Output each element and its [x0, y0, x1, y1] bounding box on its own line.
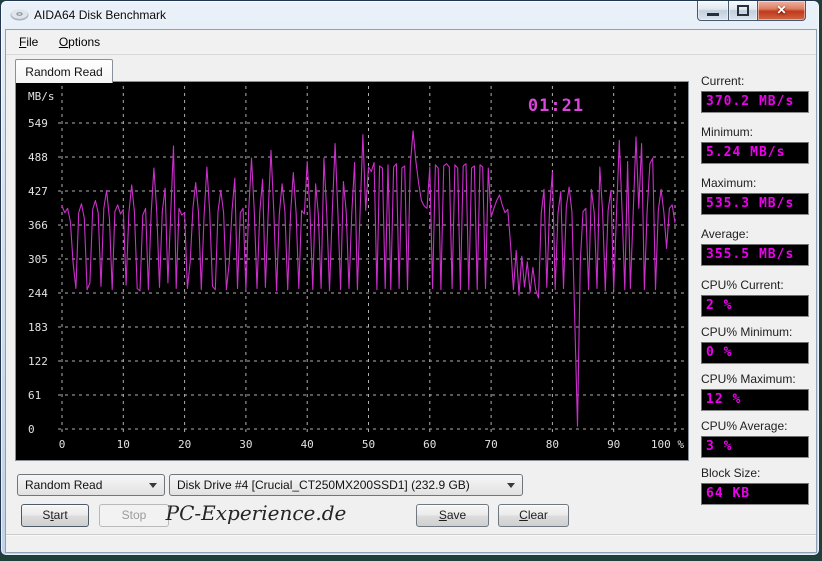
- stat-label: CPU% Average:: [701, 419, 788, 433]
- stat-label: CPU% Minimum:: [701, 325, 793, 339]
- stat-value-box: 2 %: [701, 295, 809, 317]
- x-tick-label: 70: [484, 438, 497, 451]
- stats-panel: Current: 370.2 MB/s Minimum: 5.24 MB/s Maxim…: [701, 74, 809, 513]
- stat-label: Average:: [701, 227, 749, 241]
- y-tick-label: 0: [28, 423, 35, 436]
- y-axis-unit-label: MB/s: [28, 90, 55, 103]
- stat-value-box: 64 KB: [701, 483, 809, 505]
- elapsed-time: 01:21: [528, 96, 584, 116]
- stat-item: CPU% Maximum: 12 %: [701, 372, 809, 411]
- stat-label: CPU% Current:: [701, 278, 784, 292]
- y-tick-label: 61: [28, 389, 41, 402]
- stat-value-box: 5.24 MB/s: [701, 142, 809, 164]
- stat-value-box: 3 %: [701, 436, 809, 458]
- window-controls: ✕: [697, 1, 806, 21]
- tab-random-read[interactable]: Random Read: [15, 59, 113, 83]
- bottom-separator: [6, 534, 816, 536]
- y-tick-label: 427: [28, 185, 48, 198]
- app-window: AIDA64 Disk Benchmark ✕ File Options Ran…: [0, 0, 820, 556]
- stat-label: Current:: [701, 74, 745, 88]
- stat-value-box: 12 %: [701, 389, 809, 411]
- maximize-icon: [737, 5, 749, 16]
- x-tick-label: 10: [117, 438, 130, 451]
- x-tick-label: 40: [301, 438, 314, 451]
- stat-label: CPU% Maximum:: [701, 372, 796, 386]
- menu-options[interactable]: Options: [51, 31, 108, 53]
- menu-bar: File Options: [6, 30, 816, 55]
- y-tick-label: 366: [28, 219, 48, 232]
- y-tick-label: 488: [28, 151, 48, 164]
- save-button[interactable]: Save: [416, 504, 489, 527]
- menu-file[interactable]: File: [11, 31, 46, 53]
- minimize-button[interactable]: [697, 1, 729, 21]
- chart-canvas: 549 488 427 366 305 244 183 122 61 0 MB/s 0 10 20 30 40…: [28, 86, 684, 451]
- stat-value-box: 535.3 MB/s: [701, 193, 809, 215]
- x-tick-label: 50: [362, 438, 375, 451]
- chevron-down-icon: [149, 483, 157, 488]
- minimize-icon: [707, 13, 719, 16]
- stat-item: Current: 370.2 MB/s: [701, 74, 809, 113]
- test-type-value: Random Read: [25, 478, 103, 492]
- x-tick-label: 90: [607, 438, 620, 451]
- stat-item: CPU% Minimum: 0 %: [701, 325, 809, 364]
- benchmark-chart: 549 488 427 366 305 244 183 122 61 0 MB/s 0 10 20 30 40…: [15, 81, 689, 461]
- stat-label: Maximum:: [701, 176, 757, 190]
- watermark-text: PC-Experience.de: [165, 501, 347, 525]
- tab-label: Random Read: [25, 64, 103, 79]
- stat-item: Minimum: 5.24 MB/s: [701, 125, 809, 164]
- stat-item: CPU% Average: 3 %: [701, 419, 809, 458]
- window-title: AIDA64 Disk Benchmark: [34, 8, 167, 22]
- stat-item: Maximum: 535.3 MB/s: [701, 176, 809, 215]
- x-tick-label: 60: [423, 438, 436, 451]
- y-tick-label: 244: [28, 287, 48, 300]
- stat-item: Block Size: 64 KB: [701, 466, 809, 505]
- x-tick-label: 30: [239, 438, 252, 451]
- stat-value-box: 355.5 MB/s: [701, 244, 809, 266]
- title-bar[interactable]: AIDA64 Disk Benchmark ✕: [1, 1, 819, 29]
- y-tick-label: 183: [28, 321, 48, 334]
- chevron-down-icon: [507, 483, 515, 488]
- stat-item: Average: 355.5 MB/s: [701, 227, 809, 266]
- x-tick-label: 100 %: [651, 438, 684, 451]
- app-icon: [10, 9, 29, 21]
- drive-select[interactable]: Disk Drive #4 [Crucial_CT250MX200SSD1] (…: [169, 474, 523, 496]
- start-button[interactable]: Start: [21, 504, 89, 527]
- stat-item: CPU% Current: 2 %: [701, 278, 809, 317]
- y-tick-label: 549: [28, 117, 48, 130]
- y-tick-label: 305: [28, 253, 48, 266]
- x-tick-label: 20: [178, 438, 191, 451]
- x-tick-label: 80: [546, 438, 559, 451]
- clear-button[interactable]: Clear: [498, 504, 569, 527]
- close-button[interactable]: ✕: [758, 1, 806, 21]
- x-tick-label: 0: [59, 438, 66, 451]
- stat-label: Block Size:: [701, 466, 761, 480]
- stat-value-box: 0 %: [701, 342, 809, 364]
- close-icon: ✕: [776, 3, 787, 17]
- test-type-select[interactable]: Random Read: [17, 474, 165, 496]
- y-tick-label: 122: [28, 355, 48, 368]
- stat-value-box: 370.2 MB/s: [701, 91, 809, 113]
- stat-label: Minimum:: [701, 125, 754, 139]
- maximize-button[interactable]: [729, 1, 758, 21]
- drive-select-value: Disk Drive #4 [Crucial_CT250MX200SSD1] (…: [177, 478, 470, 492]
- client-area: File Options Random Read 549 488 427 366 305…: [5, 29, 817, 553]
